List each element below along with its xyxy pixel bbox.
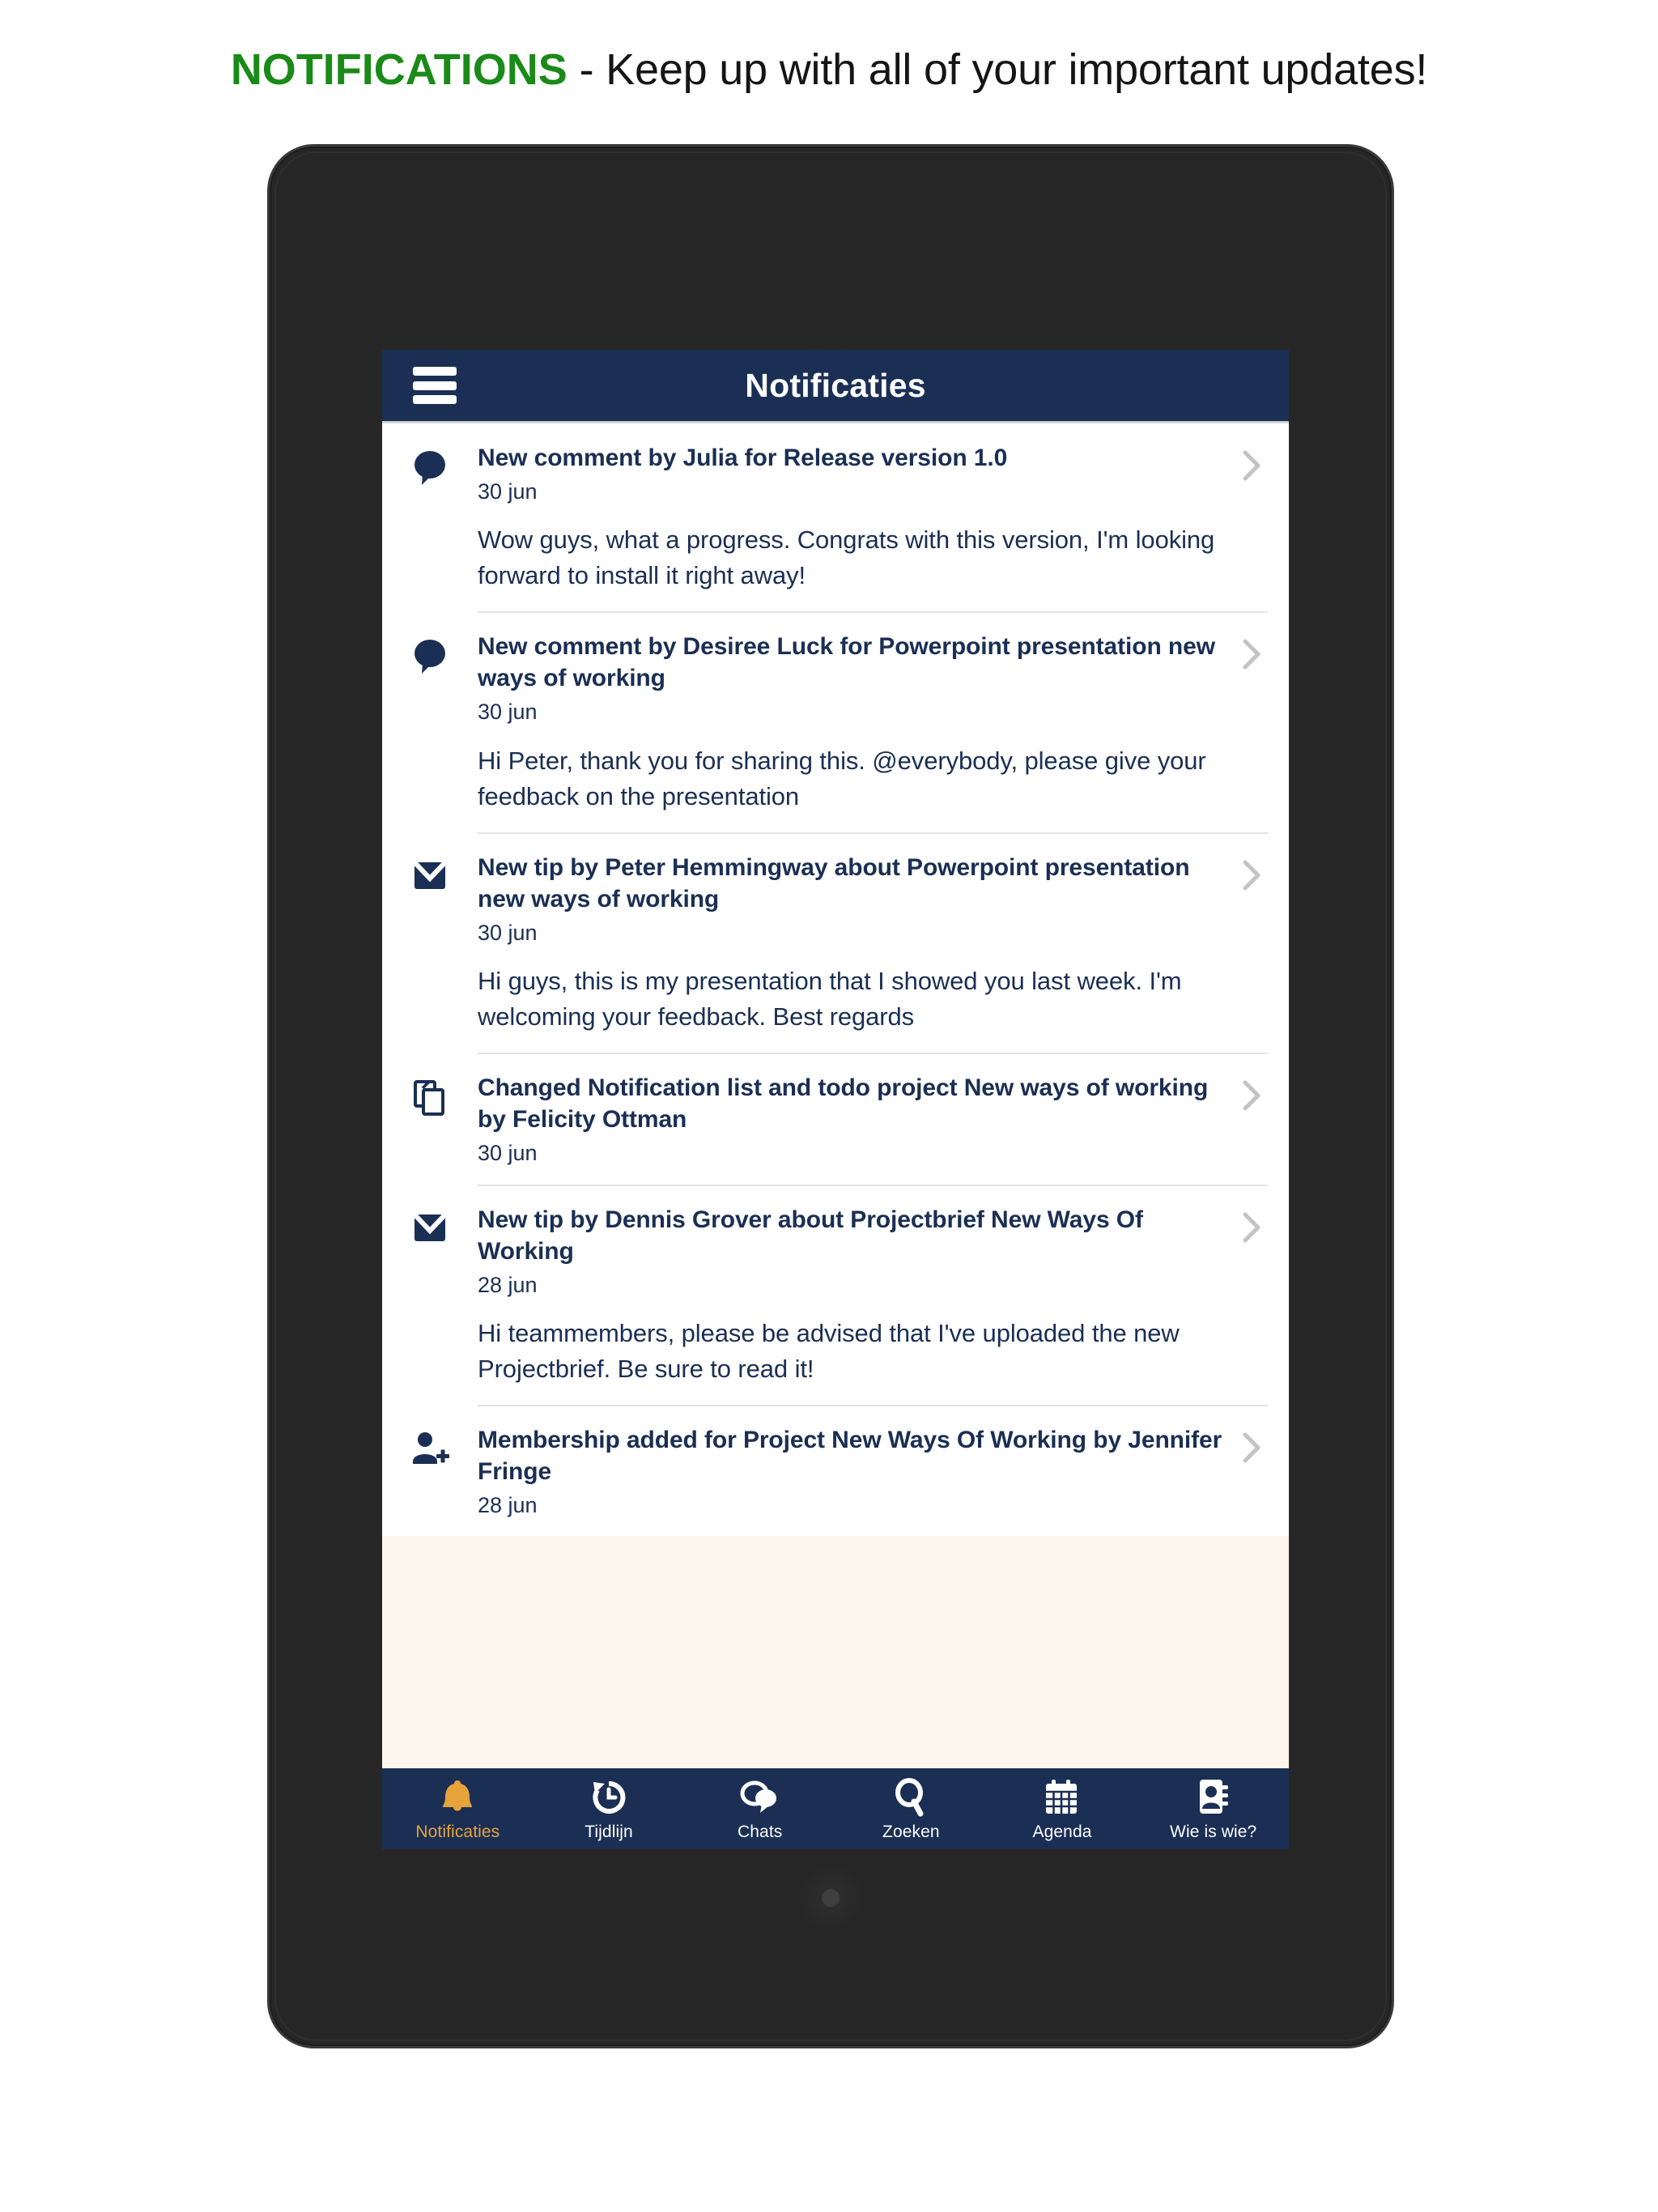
tab-label: Chats (738, 1823, 783, 1841)
calendar-icon (1043, 1776, 1082, 1819)
tab-zoeken[interactable]: Zoeken (835, 1768, 987, 1849)
hamburger-menu-icon[interactable] (413, 367, 457, 404)
tablet-device: Notificaties New comment by Julia for Re… (267, 144, 1394, 2048)
list-item[interactable]: New comment by Julia for Release version… (382, 424, 1289, 612)
address-book-icon (1195, 1776, 1232, 1819)
home-button[interactable] (822, 1889, 840, 1907)
list-item-text: Hi guys, this is my presentation that I … (478, 967, 1182, 1032)
speech-bubble-icon (382, 442, 478, 593)
list-item-content: New tip by Dennis Grover about Projectbr… (478, 1204, 1289, 1387)
chat-bubbles-icon (739, 1776, 781, 1819)
envelope-icon (382, 1204, 478, 1387)
tab-label: Notificaties (415, 1823, 500, 1841)
page-banner: NOTIFICATIONS - Keep up with all of your… (0, 0, 1658, 139)
list-item-content: Membership added for Project New Ways Of… (478, 1424, 1289, 1518)
chevron-right-icon[interactable] (1240, 1424, 1268, 1518)
list-item-title: New tip by Dennis Grover about Projectbr… (478, 1206, 1143, 1265)
list-item-date: 30 jun (478, 1141, 538, 1166)
tab-label: Wie is wie? (1170, 1823, 1257, 1841)
list-item-date: 28 jun (478, 1272, 538, 1297)
add-user-icon (382, 1424, 478, 1518)
list-item-title: Changed Notification list and todo proje… (478, 1074, 1209, 1134)
list-item-text: Hi Peter, thank you for sharing this. @e… (478, 746, 1206, 810)
banner-keyword: NOTIFICATIONS (230, 45, 568, 94)
app-navbar: Notificaties (382, 350, 1289, 421)
banner-text: NOTIFICATIONS - Keep up with all of your… (230, 45, 1428, 95)
list-item-text: Hi teammembers, please be advised that I… (478, 1319, 1180, 1384)
list-item-title: New comment by Julia for Release version… (478, 445, 1008, 471)
list-item[interactable]: Changed Notification list and todo proje… (382, 1054, 1289, 1185)
banner-rest: - Keep up with all of your important upd… (567, 45, 1428, 94)
search-icon (892, 1776, 929, 1819)
bottom-tab-bar: Notificaties Tijdlijn Chats Zoeken Agend… (382, 1768, 1289, 1849)
list-item-content: Changed Notification list and todo proje… (478, 1072, 1289, 1166)
list-item-date: 30 jun (478, 700, 538, 725)
tab-agenda[interactable]: Agenda (987, 1768, 1138, 1849)
chevron-right-icon[interactable] (1240, 1072, 1268, 1166)
tab-wie-is-wie[interactable]: Wie is wie? (1137, 1768, 1289, 1849)
chevron-right-icon[interactable] (1240, 442, 1268, 593)
list-item[interactable]: New tip by Peter Hemmingway about Powerp… (382, 833, 1289, 1053)
list-item-title: New comment by Desiree Luck for Powerpoi… (478, 633, 1215, 692)
list-item-content: New comment by Julia for Release version… (478, 442, 1289, 593)
tab-label: Agenda (1032, 1823, 1092, 1841)
list-item-title: New tip by Peter Hemmingway about Powerp… (478, 853, 1190, 912)
envelope-icon (382, 852, 478, 1035)
notification-list: New comment by Julia for Release version… (382, 424, 1289, 1537)
list-item[interactable]: Membership added for Project New Ways Of… (382, 1406, 1289, 1537)
list-item-title: Membership added for Project New Ways Of… (478, 1427, 1222, 1486)
list-item-date: 30 jun (478, 479, 538, 504)
list-item-date: 28 jun (478, 1493, 538, 1518)
list-item-content: New tip by Peter Hemmingway about Powerp… (478, 852, 1289, 1035)
list-item-date: 30 jun (478, 920, 538, 945)
tab-tijdlijn[interactable]: Tijdlijn (534, 1768, 685, 1849)
list-item[interactable]: New comment by Desiree Luck for Powerpoi… (382, 613, 1289, 832)
list-item[interactable]: New tip by Dennis Grover about Projectbr… (382, 1185, 1289, 1406)
tab-label: Tijdlijn (585, 1823, 633, 1841)
chevron-right-icon[interactable] (1240, 1204, 1268, 1387)
page-title: Notificaties (745, 366, 926, 404)
list-item-content: New comment by Desiree Luck for Powerpoi… (478, 631, 1289, 814)
list-item-text: Wow guys, what a progress. Congrats with… (478, 525, 1215, 590)
speech-bubble-icon (382, 631, 478, 814)
tablet-screen: Notificaties New comment by Julia for Re… (382, 350, 1289, 1849)
copy-documents-icon (382, 1072, 478, 1166)
tab-notificaties[interactable]: Notificaties (382, 1768, 534, 1849)
chevron-right-icon[interactable] (1240, 631, 1268, 814)
chevron-right-icon[interactable] (1240, 852, 1268, 1035)
tab-label: Zoeken (882, 1823, 940, 1841)
history-clock-icon (589, 1776, 628, 1819)
bell-icon (439, 1776, 476, 1819)
tab-chats[interactable]: Chats (684, 1768, 835, 1849)
